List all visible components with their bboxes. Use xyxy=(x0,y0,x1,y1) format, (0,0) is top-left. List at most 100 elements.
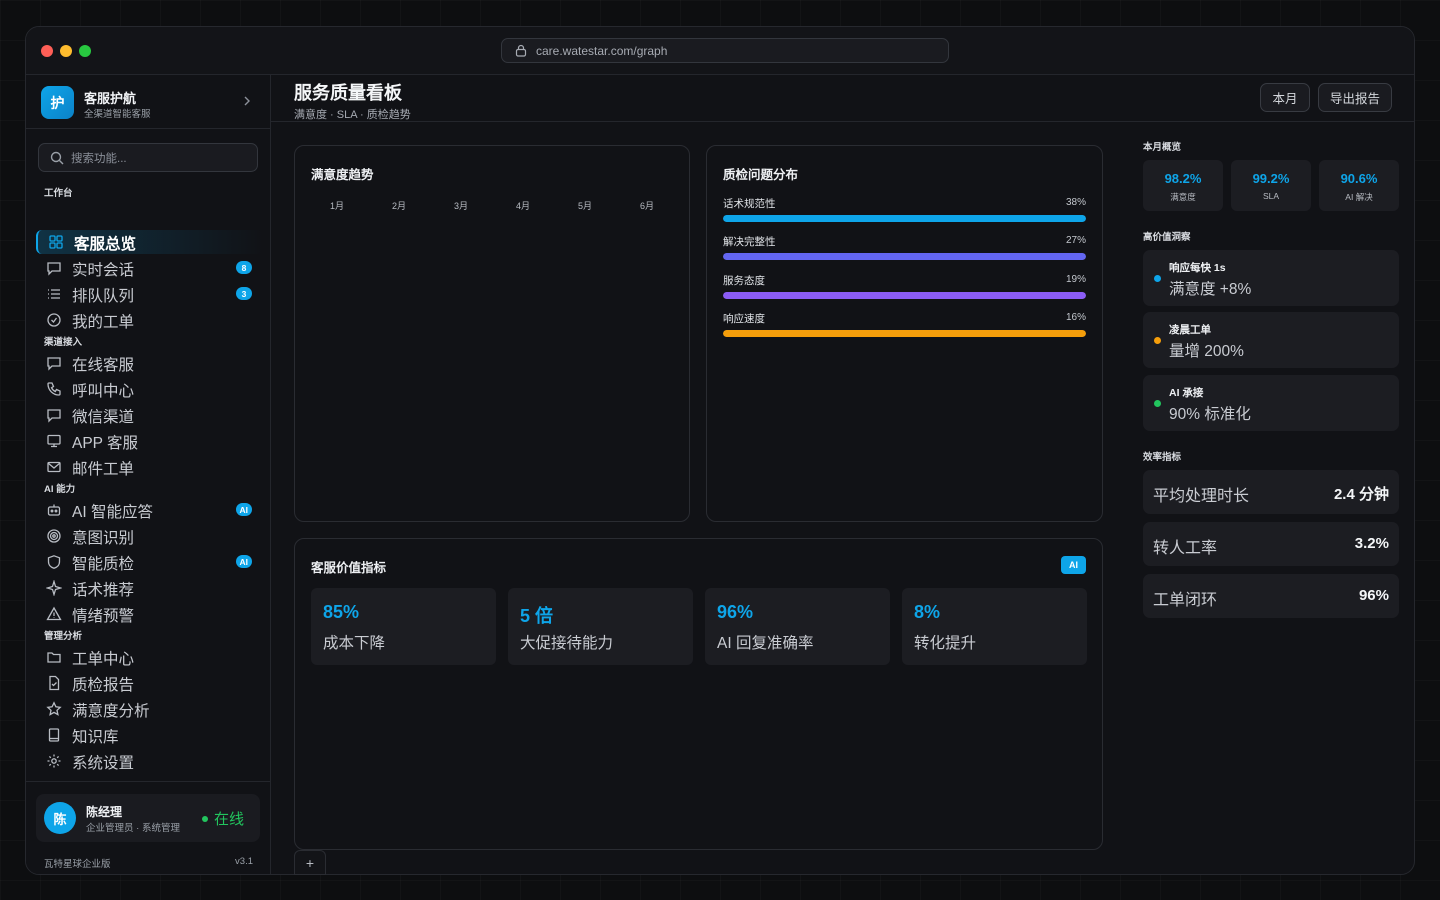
phone-icon xyxy=(47,382,61,396)
list-icon xyxy=(48,289,60,299)
value-card-label: 成本下降 xyxy=(323,635,386,652)
url-text: care.watestar.com/graph xyxy=(536,43,668,58)
insight-value: 满意度 +8% xyxy=(1169,281,1252,298)
sidebar-item-overview[interactable]: 客服总览 xyxy=(36,230,264,254)
panel-title: 质检问题分布 xyxy=(723,168,799,182)
chevron-right-icon[interactable] xyxy=(241,95,253,107)
user-status-text: 在线 xyxy=(214,811,245,828)
maximize-window-button[interactable] xyxy=(79,45,91,57)
sidebar-item-settings[interactable]: 系统设置 xyxy=(36,749,264,773)
count-badge: 3 xyxy=(236,287,252,300)
brand-header[interactable]: 护 客服护航 全渠道智能客服 xyxy=(26,75,271,129)
issue-label: 服务态度 xyxy=(723,275,765,287)
sidebar-item-qa[interactable]: 智能质检 AI xyxy=(36,550,264,574)
issue-bar-fill xyxy=(723,253,1086,260)
insight-card: AI 承接 90% 标准化 xyxy=(1143,375,1399,431)
grid-icon xyxy=(49,235,63,249)
sidebar-item-knowledge[interactable]: 知识库 xyxy=(36,723,264,747)
insight-dot-icon xyxy=(1154,337,1161,344)
efficiency-label: 转人工率 xyxy=(1153,540,1218,557)
month-label: 4月 xyxy=(516,201,531,211)
value-card-label: 转化提升 xyxy=(914,635,977,652)
sidebar-item-label: 智能质检 xyxy=(72,556,135,573)
month-filter-button[interactable]: 本月 xyxy=(1260,83,1310,112)
efficiency-row: 工单闭环 96% xyxy=(1143,574,1399,618)
issue-bar xyxy=(723,253,1086,260)
insight-title: 高价值洞察 xyxy=(1143,232,1191,243)
sidebar-item-label: 排队队列 xyxy=(72,288,135,305)
minimize-window-button[interactable] xyxy=(60,45,72,57)
address-bar[interactable]: care.watestar.com/graph xyxy=(501,38,949,63)
section-title-ai: AI 能力 xyxy=(44,484,76,495)
sidebar-item-label: 质检报告 xyxy=(72,677,135,694)
sidebar-item-emotion[interactable]: 情绪预警 xyxy=(36,602,264,626)
sidebar-item-wechat[interactable]: 微信渠道 xyxy=(36,403,264,427)
version-label: v3.1 xyxy=(235,856,253,867)
ai-badge: AI xyxy=(235,555,252,568)
stat-value: 98.2% xyxy=(1164,171,1202,186)
value-card-label: AI 回复准确率 xyxy=(717,635,814,652)
sidebar-item-label: 在线客服 xyxy=(72,357,135,374)
insight-value: 量增 200% xyxy=(1169,343,1244,360)
sidebar-item-label: 工单中心 xyxy=(72,651,135,668)
value-card-value: 85% xyxy=(323,602,360,622)
user-status: 在线 xyxy=(202,808,244,829)
close-window-button[interactable] xyxy=(41,45,53,57)
section-title-management: 管理分析 xyxy=(44,631,83,642)
sidebar-item-label: 意图识别 xyxy=(72,530,135,547)
sidebar-item-ai-reply[interactable]: AI 智能应答 AI xyxy=(36,498,264,522)
sidebar-item-live-chat[interactable]: 实时会话 8 xyxy=(36,256,264,280)
gear-icon xyxy=(47,754,61,768)
panel-title: 满意度趋势 xyxy=(311,168,374,182)
ai-badge: AI xyxy=(235,503,252,516)
efficiency-label: 工单闭环 xyxy=(1153,592,1218,609)
add-widget-button[interactable]: + xyxy=(294,850,326,875)
count-badge: 8 xyxy=(236,261,252,274)
chat-icon xyxy=(47,357,61,371)
export-report-button[interactable]: 导出报告 xyxy=(1318,83,1392,112)
value-card-value: 8% xyxy=(914,602,941,622)
user-role: 企业管理员 · 系统管理 xyxy=(86,823,180,834)
page-subtitle: 满意度 · SLA · 质检趋势 xyxy=(294,109,411,121)
sidebar-item-satisfaction[interactable]: 满意度分析 xyxy=(36,697,264,721)
issue-bar xyxy=(723,292,1086,299)
value-card-label: 大促接待能力 xyxy=(520,635,614,652)
stat-label: AI 解决 xyxy=(1345,192,1373,202)
issue-label: 解决完整性 xyxy=(723,236,776,248)
brand-subtitle: 全渠道智能客服 xyxy=(84,109,151,120)
month-label: 2月 xyxy=(392,201,407,211)
sidebar-item-call-center[interactable]: 呼叫中心 xyxy=(36,377,264,401)
month-label: 5月 xyxy=(578,201,593,211)
value-card-value: 96% xyxy=(717,602,754,622)
sidebar-item-qa-report[interactable]: 质检报告 xyxy=(36,671,264,695)
sidebar-item-script[interactable]: 话术推荐 xyxy=(36,576,264,600)
sidebar-item-email[interactable]: 邮件工单 xyxy=(36,455,264,479)
search-input[interactable]: 搜索功能... xyxy=(38,143,258,172)
shield-icon xyxy=(47,555,61,569)
sidebar-item-intent[interactable]: 意图识别 xyxy=(36,524,264,548)
sidebar-item-my-tickets[interactable]: 我的工单 xyxy=(36,308,264,332)
user-card[interactable]: 陈 陈经理 企业管理员 · 系统管理 在线 xyxy=(36,794,260,842)
folder-icon xyxy=(47,652,61,663)
stat-value: 90.6% xyxy=(1340,171,1378,186)
sidebar-item-label: 知识库 xyxy=(72,729,119,746)
sidebar-item-app[interactable]: APP 客服 xyxy=(36,429,264,453)
sidebar-item-label: 客服总览 xyxy=(74,236,137,253)
issue-bar-fill xyxy=(723,330,1086,337)
stat-value: 99.2% xyxy=(1252,171,1290,186)
warning-icon xyxy=(46,606,62,621)
insight-card: 响应每快 1s 满意度 +8% xyxy=(1143,250,1399,306)
panel-title: 客服价值指标 xyxy=(311,561,387,575)
brand-name: 客服护航 xyxy=(84,91,137,106)
sidebar-item-ticket-center[interactable]: 工单中心 xyxy=(36,645,264,669)
quality-issue-panel: 质检问题分布 话术规范性 38% 解决完整性 27% 服务态度 19% 响应速度… xyxy=(706,145,1103,522)
issue-bar-fill xyxy=(723,292,1086,299)
sidebar-item-online[interactable]: 在线客服 xyxy=(36,351,264,375)
sidebar-item-label: 我的工单 xyxy=(72,314,135,331)
sidebar-item-queue[interactable]: 排队队列 3 xyxy=(36,282,264,306)
stat-card: 99.2% SLA xyxy=(1231,160,1311,211)
mail-icon xyxy=(47,461,61,473)
issue-value: 16% xyxy=(1065,312,1086,323)
insight-title: 响应每快 1s xyxy=(1169,262,1226,274)
edition-label: 瓦特星球企业版 xyxy=(44,859,111,870)
